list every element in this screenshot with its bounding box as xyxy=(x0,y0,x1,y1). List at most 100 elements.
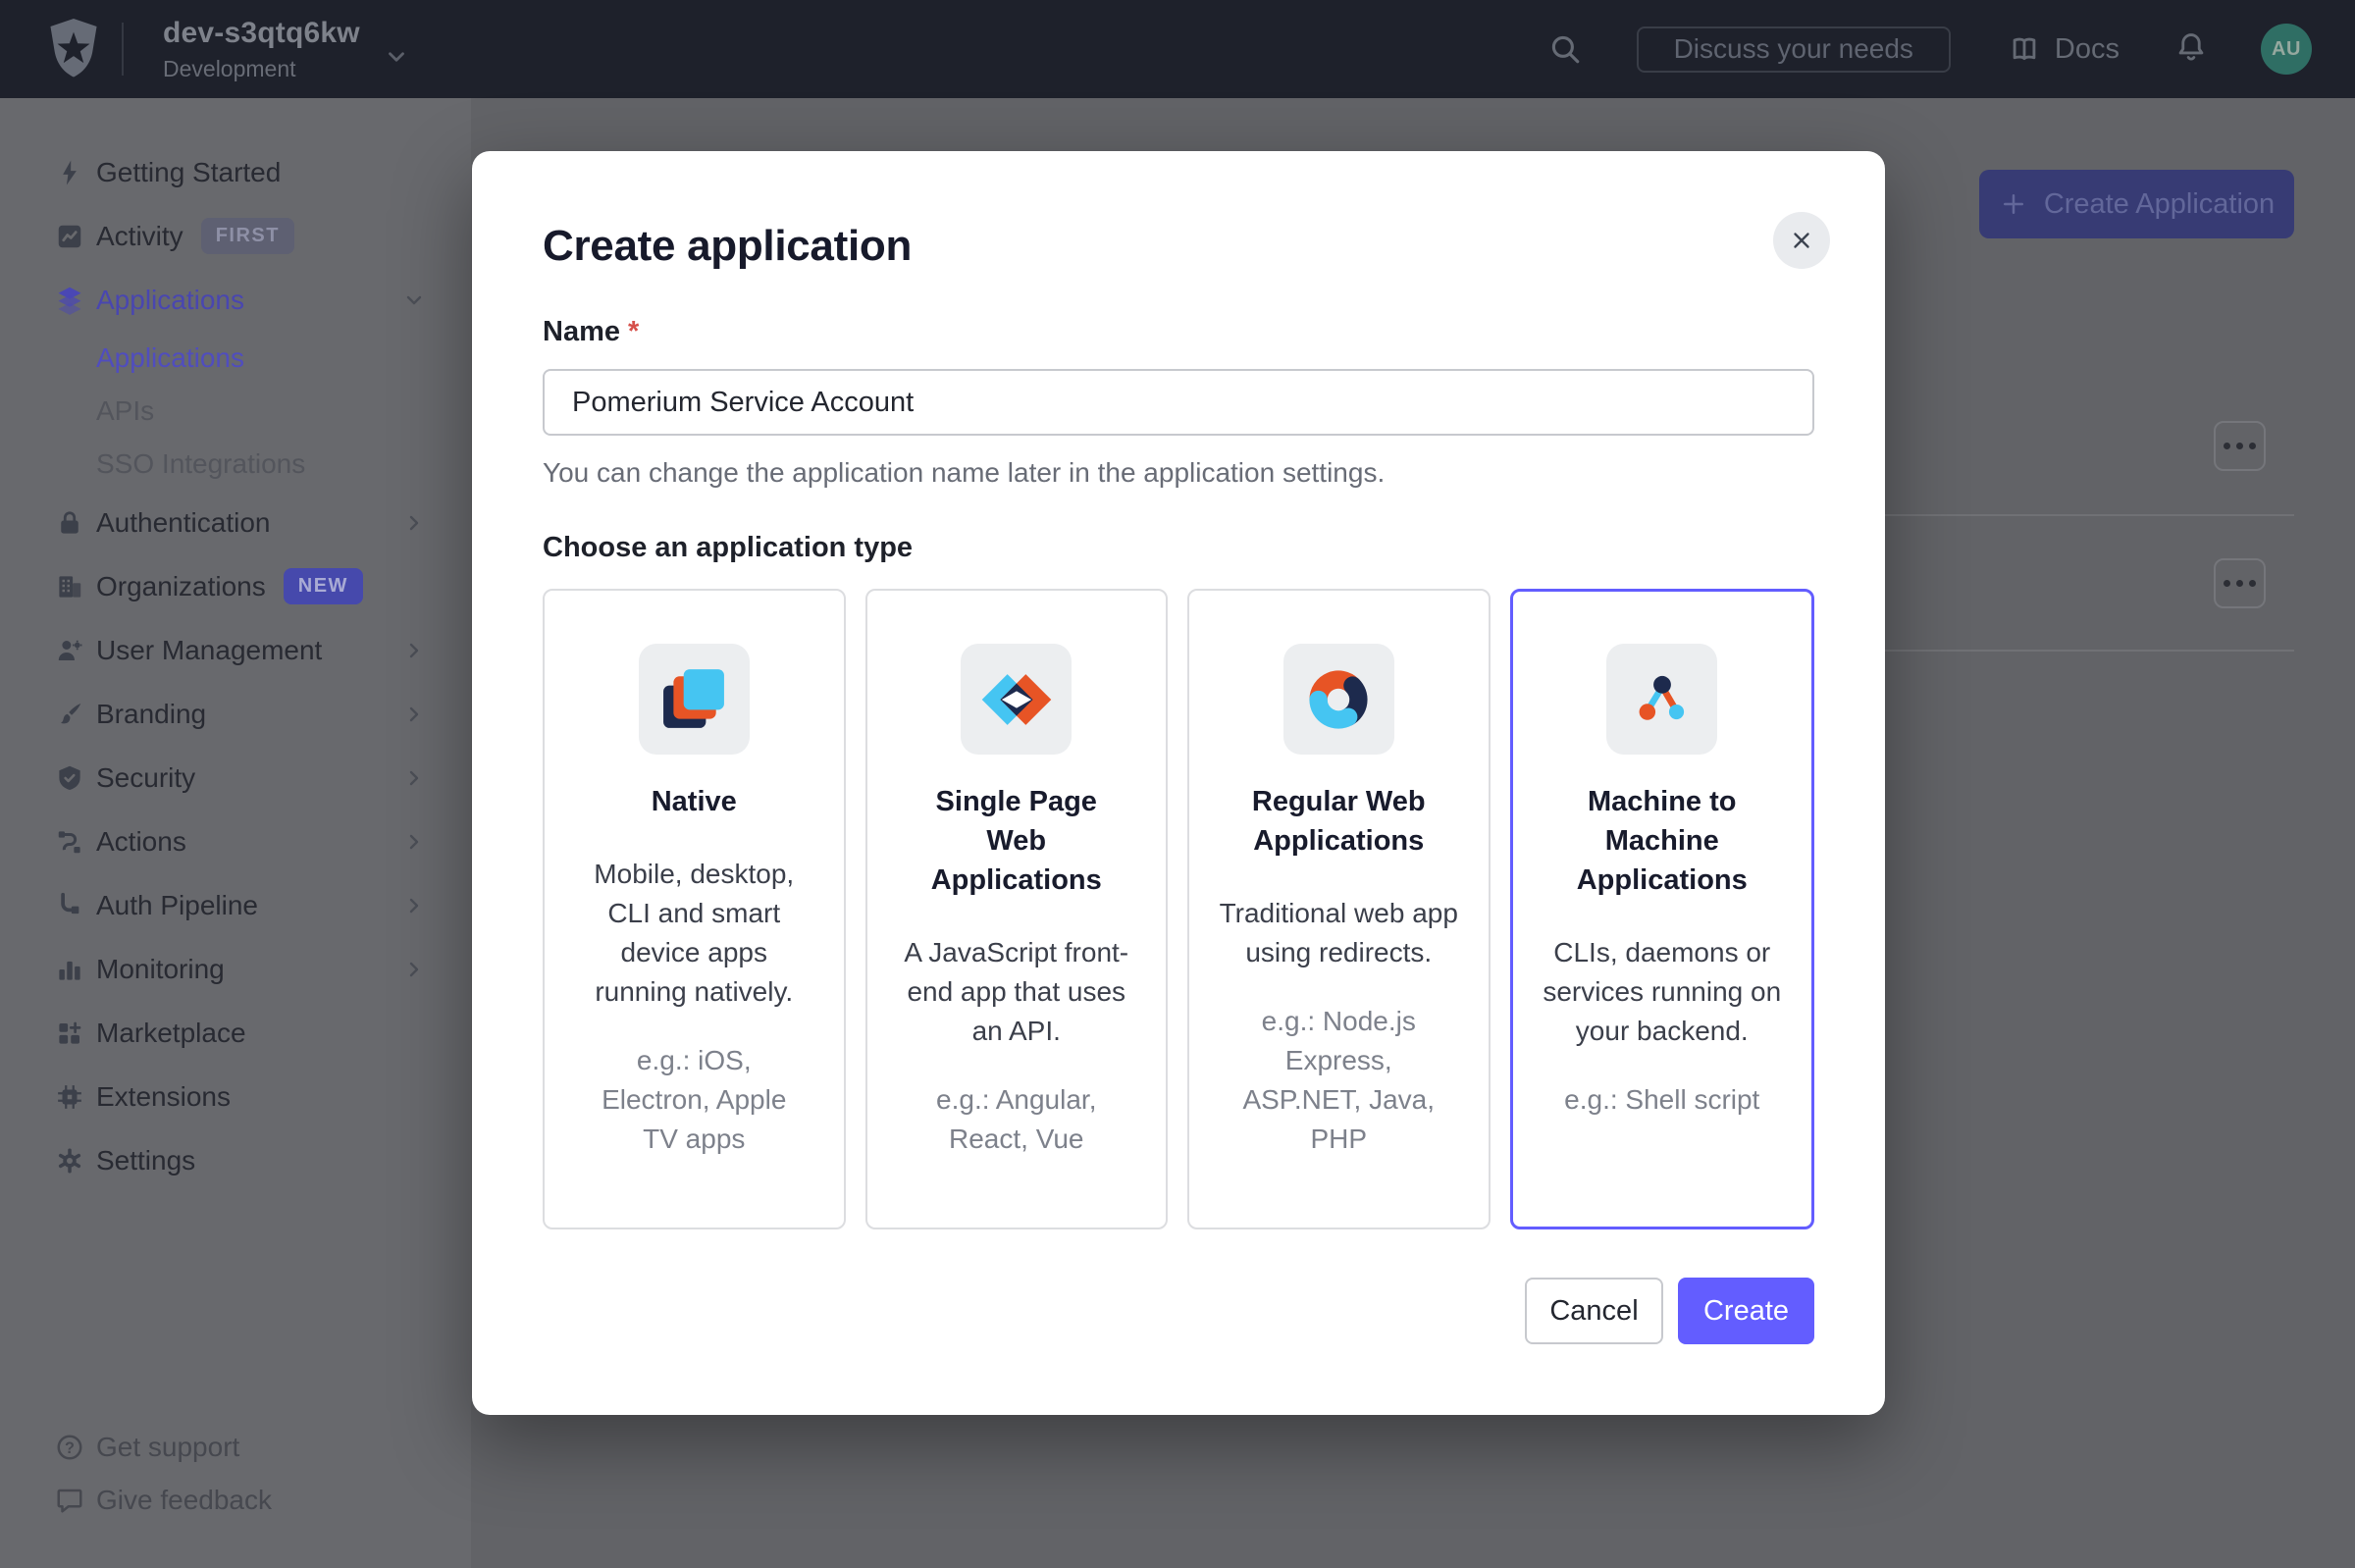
chevron-right-icon xyxy=(402,639,426,662)
app-type-card-machine-to-machine[interactable]: Machine to Machine Applications CLIs, da… xyxy=(1510,589,1815,1229)
application-name-input[interactable] xyxy=(543,369,1814,436)
icon-tile xyxy=(1606,644,1717,755)
sidebar-item-label: Branding xyxy=(96,699,206,730)
chevron-down-icon xyxy=(384,44,409,70)
name-helper-text: You can change the application name late… xyxy=(543,457,1385,489)
card-title: Machine to Machine Applications xyxy=(1549,782,1775,900)
native-app-icon xyxy=(661,667,726,732)
close-icon xyxy=(1789,228,1814,253)
sidebar-item-label: Marketplace xyxy=(96,1018,246,1049)
card-example: e.g.: Angular, React, Vue xyxy=(916,1080,1117,1159)
docs-link[interactable]: Docs xyxy=(2008,32,2120,66)
required-marker: * xyxy=(628,316,639,347)
sidebar-item-label: Auth Pipeline xyxy=(96,890,258,921)
get-support-link[interactable]: ? Get support xyxy=(0,1421,471,1474)
sidebar-item-marketplace[interactable]: Marketplace xyxy=(0,1001,471,1065)
sidebar-item-label: Activity xyxy=(96,221,183,252)
create-button[interactable]: Create xyxy=(1678,1278,1814,1344)
chevron-right-icon xyxy=(402,958,426,981)
sidebar-item-label: APIs xyxy=(96,395,154,427)
card-example: e.g.: Shell script xyxy=(1564,1080,1759,1120)
create-application-modal: Create application Name* You can change … xyxy=(472,151,1885,1415)
sidebar-item-label: Getting Started xyxy=(96,157,281,188)
close-button[interactable] xyxy=(1773,212,1830,269)
activity-chart-icon xyxy=(55,222,84,251)
card-example: e.g.: iOS, Electron, Apple TV apps xyxy=(594,1041,794,1159)
app-root: dev-s3qtq6kw Development Discuss your ne… xyxy=(0,0,2355,1568)
new-badge: NEW xyxy=(284,568,363,604)
chevron-right-icon xyxy=(402,894,426,917)
notifications-button[interactable] xyxy=(2174,30,2208,69)
flow-icon xyxy=(55,827,84,857)
machine-to-machine-icon xyxy=(1630,667,1695,732)
tenant-name: dev-s3qtq6kw xyxy=(163,17,360,50)
application-type-heading: Choose an application type xyxy=(543,532,913,564)
create-application-button[interactable]: Create Application xyxy=(1979,170,2294,238)
sidebar-item-actions[interactable]: Actions xyxy=(0,810,471,873)
sidebar-item-user-management[interactable]: User Management xyxy=(0,618,471,682)
modal-footer: Cancel Create xyxy=(1525,1278,1814,1344)
create-application-label: Create Application xyxy=(2044,188,2275,221)
cancel-button[interactable]: Cancel xyxy=(1525,1278,1663,1344)
lock-icon xyxy=(55,508,84,538)
row-actions-button[interactable] xyxy=(2214,421,2266,471)
app-type-card-regular-web[interactable]: Regular Web Applications Traditional web… xyxy=(1187,589,1491,1229)
sidebar: Getting Started Activity FIRST Applicati… xyxy=(0,98,471,1568)
sidebar-footer: ? Get support Give feedback xyxy=(0,1421,471,1527)
sidebar-item-applications[interactable]: Applications xyxy=(0,268,471,332)
card-title: Regular Web Applications xyxy=(1226,782,1451,861)
shield-check-icon xyxy=(55,763,84,793)
plus-icon xyxy=(1999,189,2028,219)
grid-plus-icon xyxy=(55,1019,84,1048)
regular-web-icon xyxy=(1305,666,1372,733)
sidebar-item-security[interactable]: Security xyxy=(0,746,471,810)
top-bar: dev-s3qtq6kw Development Discuss your ne… xyxy=(0,0,2355,98)
sidebar-item-settings[interactable]: Settings xyxy=(0,1128,471,1192)
sidebar-item-branding[interactable]: Branding xyxy=(0,682,471,746)
paintbrush-icon xyxy=(55,700,84,729)
row-actions-button[interactable] xyxy=(2214,558,2266,608)
sidebar-item-label: Security xyxy=(96,762,195,794)
card-description: Traditional web app using redirects. xyxy=(1219,894,1458,972)
chevron-right-icon xyxy=(402,511,426,535)
search-icon[interactable] xyxy=(1548,32,1582,66)
speech-bubble-icon xyxy=(55,1486,84,1515)
sidebar-item-authentication[interactable]: Authentication xyxy=(0,491,471,554)
sidebar-subitem-applications[interactable]: Applications xyxy=(0,332,471,385)
discuss-needs-button[interactable]: Discuss your needs xyxy=(1637,26,1951,73)
header-divider xyxy=(122,23,124,76)
get-support-label: Get support xyxy=(96,1432,239,1463)
layers-icon xyxy=(55,286,84,315)
card-title: Single Page Web Applications xyxy=(904,782,1129,900)
user-gear-icon xyxy=(55,636,84,665)
app-type-card-native[interactable]: Native Mobile, desktop, CLI and smart de… xyxy=(543,589,846,1229)
tenant-switcher[interactable]: dev-s3qtq6kw Development xyxy=(163,17,360,82)
gear-icon xyxy=(55,1146,84,1176)
sidebar-subitem-sso-integrations[interactable]: SSO Integrations xyxy=(0,438,471,491)
sidebar-item-label: Monitoring xyxy=(96,954,225,985)
sidebar-item-auth-pipeline[interactable]: Auth Pipeline xyxy=(0,873,471,937)
give-feedback-link[interactable]: Give feedback xyxy=(0,1474,471,1527)
docs-label: Docs xyxy=(2055,33,2120,66)
sidebar-item-label: Applications xyxy=(96,285,244,316)
card-description: CLIs, daemons or services running on you… xyxy=(1543,933,1782,1051)
sidebar-item-label: Organizations xyxy=(96,571,266,602)
user-avatar[interactable]: AU xyxy=(2261,24,2312,75)
sidebar-item-extensions[interactable]: Extensions xyxy=(0,1065,471,1128)
give-feedback-label: Give feedback xyxy=(96,1485,272,1516)
bell-icon xyxy=(2174,30,2208,64)
sidebar-item-organizations[interactable]: Organizations NEW xyxy=(0,554,471,618)
sidebar-item-monitoring[interactable]: Monitoring xyxy=(0,937,471,1001)
sidebar-item-label: Extensions xyxy=(96,1081,231,1113)
chip-icon xyxy=(55,1082,84,1112)
application-type-cards: Native Mobile, desktop, CLI and smart de… xyxy=(543,589,1814,1229)
sidebar-item-label: Settings xyxy=(96,1145,195,1176)
sidebar-item-activity[interactable]: Activity FIRST xyxy=(0,204,471,268)
app-type-card-spa[interactable]: Single Page Web Applications A JavaScrip… xyxy=(865,589,1169,1229)
spa-icon xyxy=(981,667,1052,732)
chevron-right-icon xyxy=(402,830,426,854)
modal-title: Create application xyxy=(543,222,912,271)
tenant-environment: Development xyxy=(163,56,360,82)
sidebar-item-getting-started[interactable]: Getting Started xyxy=(0,140,471,204)
sidebar-subitem-apis[interactable]: APIs xyxy=(0,385,471,438)
